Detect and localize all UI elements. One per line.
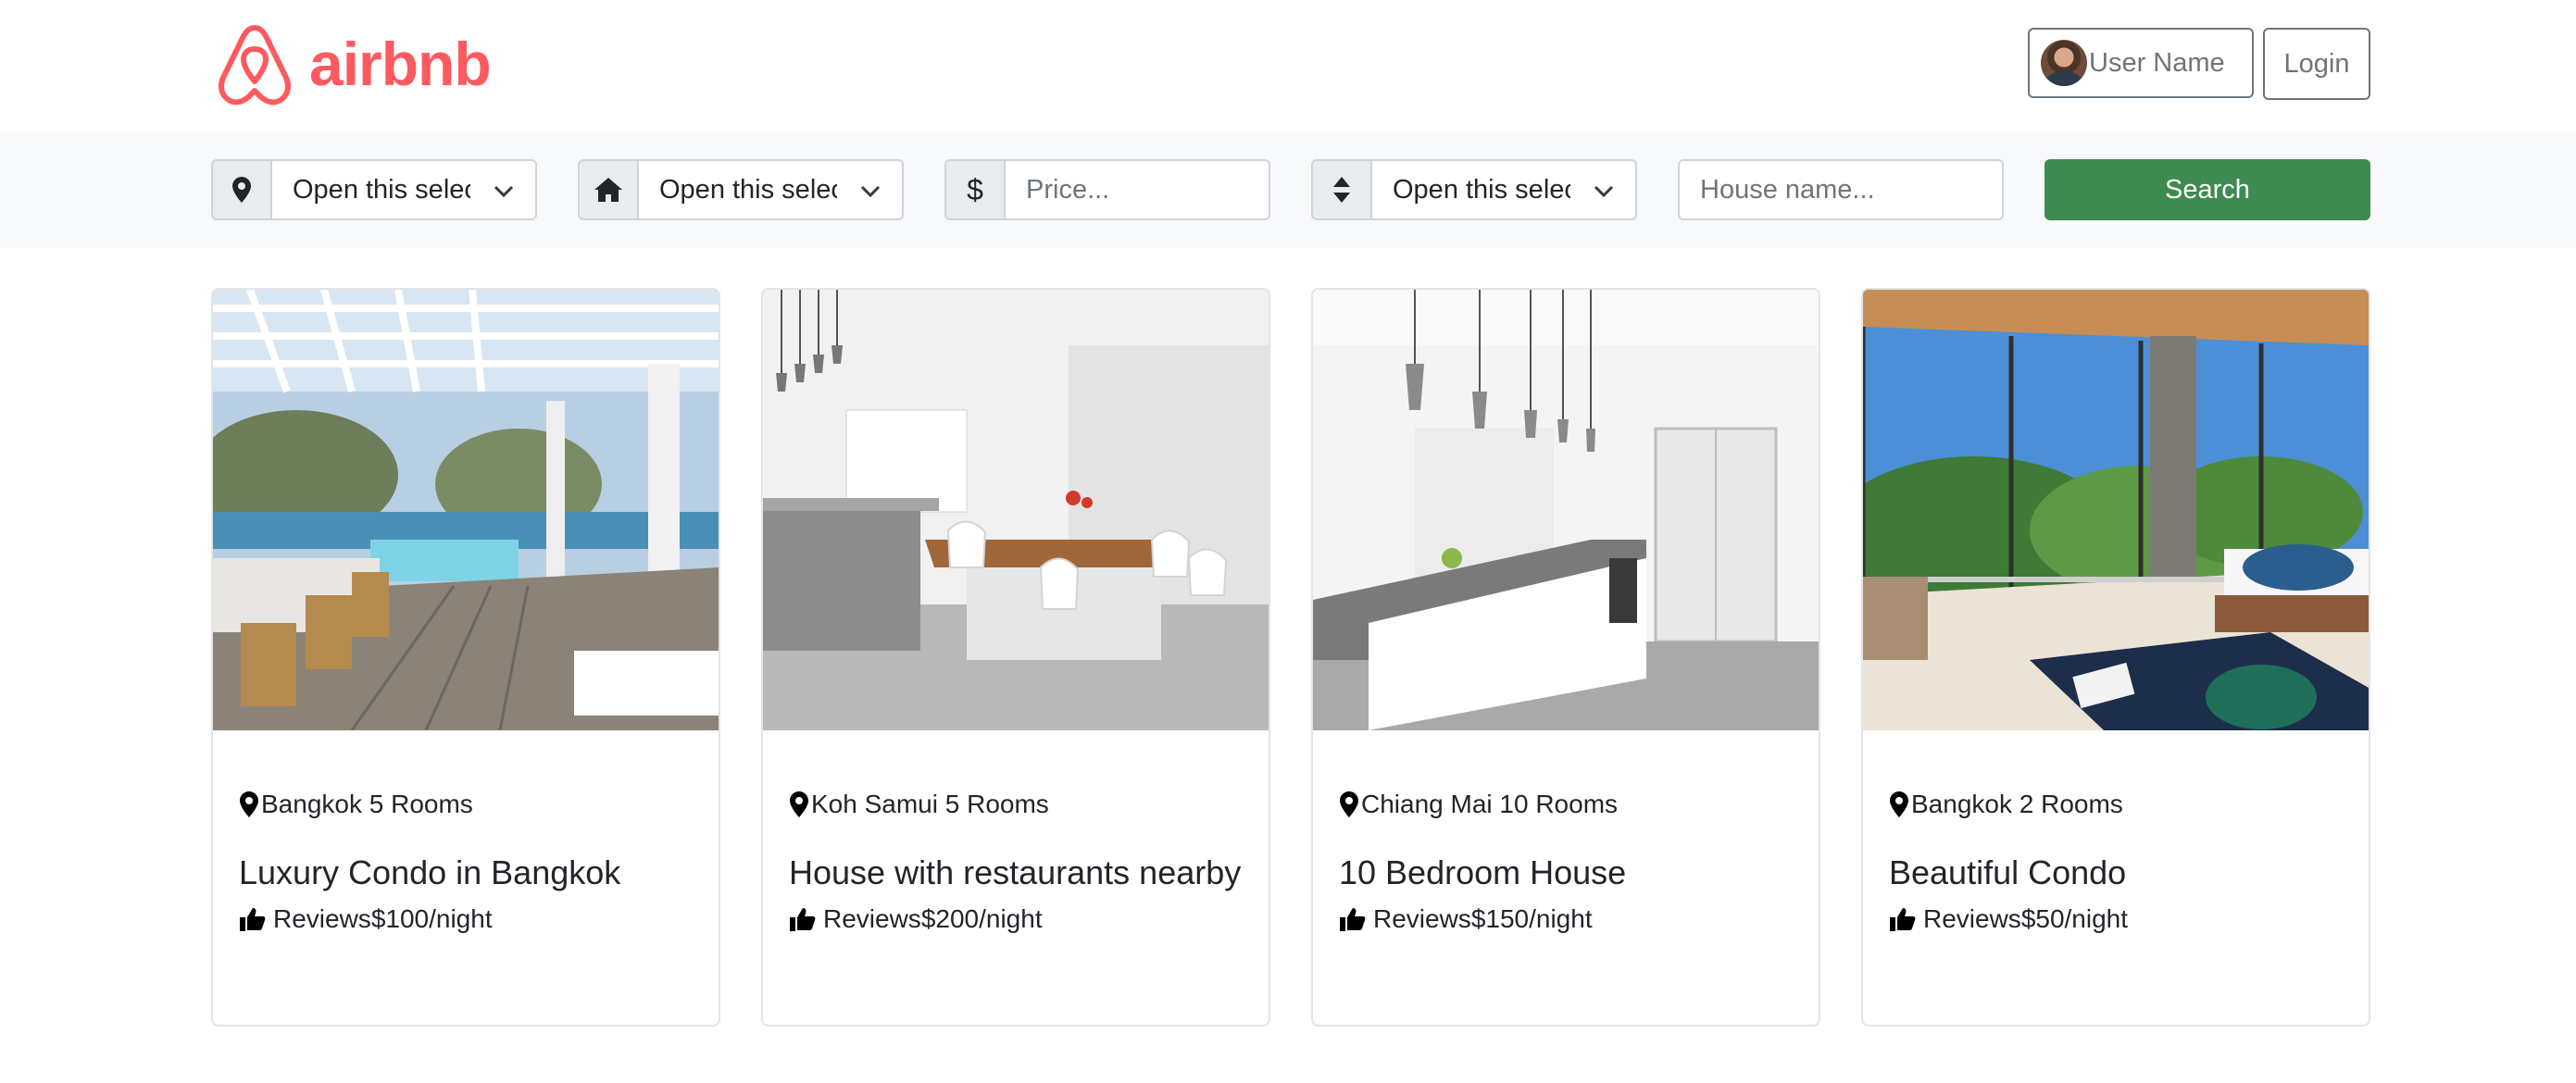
listing-location: Chiang Mai 10 Rooms — [1339, 790, 1793, 819]
thumbs-up-icon — [1890, 908, 1916, 931]
sort-select[interactable]: Open this select menu — [1370, 159, 1637, 220]
listing-card[interactable]: Bangkok 2 Rooms Beautiful Condo Reviews $… — [1861, 288, 2370, 1027]
listing-location-rooms: Koh Samui 5 Rooms — [811, 790, 1049, 818]
listing-title[interactable]: 10 Bedroom House — [1339, 853, 1793, 893]
map-pin-icon — [790, 791, 808, 817]
listing-photo-kitchen-dining[interactable] — [763, 290, 1269, 730]
chevron-down-icon — [494, 185, 514, 198]
listing-meta: Reviews $50/night — [1889, 904, 2343, 934]
listing-location: Bangkok 2 Rooms — [1889, 790, 2343, 819]
listing-reviews[interactable]: Reviews — [1373, 904, 1471, 934]
dollar-icon: $ — [944, 159, 1004, 220]
thumbs-up-icon — [790, 908, 816, 931]
map-pin-icon — [1890, 791, 1908, 817]
map-pin-icon — [240, 791, 258, 817]
map-pin-icon — [211, 159, 270, 220]
sort-filter-group: Open this select menu — [1311, 159, 1637, 220]
listing-price: $200/night — [920, 904, 1043, 933]
listing-card[interactable]: Koh Samui 5 Rooms House with restaurants… — [761, 288, 1270, 1027]
airbnb-logo[interactable]: airbnb — [215, 20, 492, 107]
home-icon — [578, 159, 637, 220]
airbnb-logo-icon — [219, 25, 291, 106]
price-input[interactable]: Price... — [1004, 159, 1270, 220]
listing-location-rooms: Chiang Mai 10 Rooms — [1361, 790, 1619, 818]
price-filter-group: $ Price... — [944, 159, 1270, 220]
login-button[interactable]: Login — [2263, 28, 2370, 100]
listing-card[interactable]: Bangkok 5 Rooms Luxury Condo in Bangkok … — [211, 288, 720, 1027]
listing-meta: Reviews $200/night — [789, 904, 1243, 934]
top-navbar: airbnb User Name Login — [0, 0, 2576, 131]
sort-select-value: Open this select menu — [1393, 174, 1570, 205]
user-name-label: User Name — [2089, 47, 2225, 78]
location-filter-group: Open this select menu — [211, 159, 537, 220]
search-filter-bar: Open this select menu Open this select m… — [0, 131, 2576, 248]
house-type-select-value: Open this select menu — [659, 174, 837, 205]
house-type-filter-group: Open this select menu — [578, 159, 904, 220]
listing-reviews[interactable]: Reviews — [823, 904, 921, 934]
listing-meta: Reviews $100/night — [239, 904, 693, 934]
house-name-input[interactable]: House name... — [1678, 159, 2004, 220]
listing-card[interactable]: Chiang Mai 10 Rooms 10 Bedroom House Rev… — [1311, 288, 1820, 1027]
house-type-select[interactable]: Open this select menu — [637, 159, 904, 220]
listing-location-rooms: Bangkok 5 Rooms — [261, 790, 473, 818]
location-select[interactable]: Open this select menu — [270, 159, 537, 220]
location-select-value: Open this select menu — [293, 174, 470, 205]
listing-photo-pool-terrace[interactable] — [213, 290, 719, 730]
listing-reviews[interactable]: Reviews — [273, 904, 371, 934]
user-menu-button[interactable]: User Name — [2028, 28, 2254, 98]
thumbs-up-icon — [240, 908, 266, 931]
listing-reviews[interactable]: Reviews — [1923, 904, 2021, 934]
listing-title[interactable]: Luxury Condo in Bangkok — [239, 853, 693, 893]
listing-title[interactable]: House with restaurants nearby — [789, 853, 1243, 893]
listing-price: $100/night — [370, 904, 493, 933]
listing-price: $50/night — [2020, 904, 2129, 933]
sort-icon — [1311, 159, 1370, 220]
listing-price: $150/night — [1470, 904, 1593, 933]
listing-photo-modern-kitchen[interactable] — [1313, 290, 1819, 730]
search-button[interactable]: Search — [2045, 159, 2370, 220]
chevron-down-icon — [1594, 185, 1614, 198]
listing-location: Bangkok 5 Rooms — [239, 790, 693, 819]
thumbs-up-icon — [1340, 908, 1366, 931]
map-pin-icon — [1340, 791, 1358, 817]
listing-location: Koh Samui 5 Rooms — [789, 790, 1243, 819]
listing-location-rooms: Bangkok 2 Rooms — [1911, 790, 2123, 818]
brand-name: airbnb — [309, 30, 492, 98]
listing-photo-ocean-view-bedroom[interactable] — [1863, 290, 2369, 730]
avatar — [2041, 40, 2087, 86]
listing-title[interactable]: Beautiful Condo — [1889, 853, 2343, 893]
listing-meta: Reviews $150/night — [1339, 904, 1793, 934]
chevron-down-icon — [860, 185, 881, 198]
